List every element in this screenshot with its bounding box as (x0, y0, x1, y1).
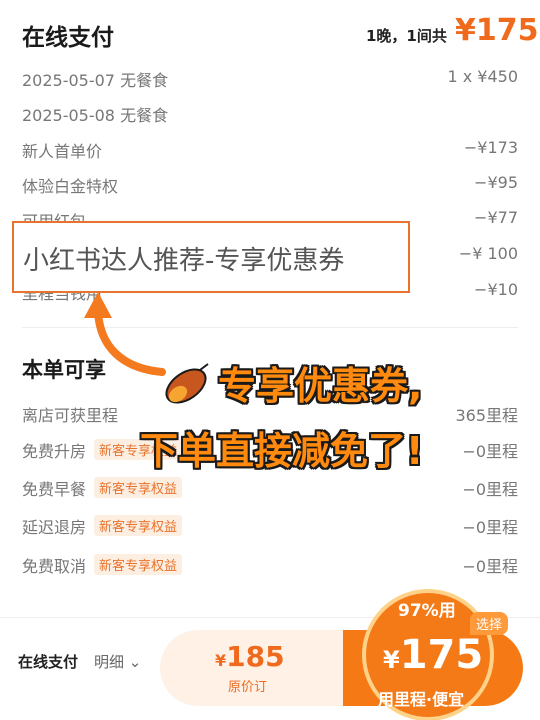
benefit-row-late-checkout: 延迟退房 新客专享权益 −0里程 (22, 509, 518, 539)
price-row-new-user: 新人首单价 −¥173 (22, 133, 518, 163)
row-label: 体验白金特权 (22, 177, 119, 196)
row-value: −¥77 (474, 208, 518, 227)
payment-header: 在线支付 1晚，1间共 ¥175 (0, 0, 540, 64)
benefit-label: 免费升房 (22, 442, 87, 461)
benefit-label: 延迟退房 (22, 518, 87, 537)
benefit-label: 免费取消 (22, 557, 87, 576)
benefit-value: −0里程 (462, 557, 518, 576)
original-price-label: 原价订 (228, 680, 268, 695)
new-user-badge: 新客专享权益 (94, 477, 183, 498)
benefit-row-free-cancel: 免费取消 新客专享权益 −0里程 (22, 548, 518, 578)
row-value: −¥173 (463, 138, 518, 157)
row-value: −¥ 100 (458, 244, 518, 263)
price-row-date-2: 2025-05-08 无餐食 (22, 97, 518, 127)
promo-line-1: 专享优惠券, (218, 364, 423, 408)
benefit-value: −0里程 (462, 442, 518, 461)
original-price: ¥185 (215, 640, 285, 673)
deal-percent: 97%用 (398, 601, 456, 621)
row-value: 1 x ¥450 (447, 67, 518, 86)
chevron-down-icon: ⌄ (128, 653, 142, 671)
price-row-platinum: 体验白金特权 −¥95 (22, 168, 518, 198)
benefit-value: 365里程 (455, 406, 518, 425)
curved-arrow-icon (84, 292, 166, 376)
benefit-row-breakfast: 免费早餐 新客专享权益 −0里程 (22, 471, 518, 501)
detail-link[interactable]: 明细 ⌄ (94, 651, 141, 672)
row-value: −¥95 (474, 173, 518, 192)
promo-line-2: 下单直接减免了! (140, 429, 424, 473)
benefit-label: 免费早餐 (22, 480, 87, 499)
page-title: 在线支付 (22, 25, 114, 51)
bottom-action-bar: 在线支付 明细 ⌄ ¥185 原价订 97%用 选择 ¥175 用里程·便宜 (0, 589, 540, 720)
row-value: −¥10 (474, 280, 518, 299)
banner-text: 小红书达人推荐-专享优惠券 (23, 246, 345, 276)
new-user-badge: 新客专享权益 (94, 515, 183, 536)
deal-label: 用里程·便宜 (378, 690, 465, 709)
row-label: 新人首单价 (22, 142, 103, 161)
benefit-value: −0里程 (462, 480, 518, 499)
coupon-banner: 小红书达人推荐-专享优惠券 (12, 221, 410, 293)
detail-label: 明细 (94, 653, 125, 671)
row-label: 2025-05-07 无餐食 (22, 71, 169, 90)
benefit-label: 离店可获里程 (22, 406, 119, 425)
new-user-badge: 新客专享权益 (94, 554, 183, 575)
sweet-potato-icon (165, 363, 209, 404)
row-label: 2025-05-08 无餐食 (22, 106, 169, 125)
pay-method-label: 在线支付 (18, 653, 79, 671)
price-row-date-1: 2025-05-07 无餐食 1 x ¥450 (22, 62, 518, 92)
total-price: ¥175 (455, 13, 539, 48)
deal-price: ¥175 (383, 632, 484, 678)
stay-description: 1晚，1间共 (366, 27, 447, 45)
benefit-value: −0里程 (462, 518, 518, 537)
